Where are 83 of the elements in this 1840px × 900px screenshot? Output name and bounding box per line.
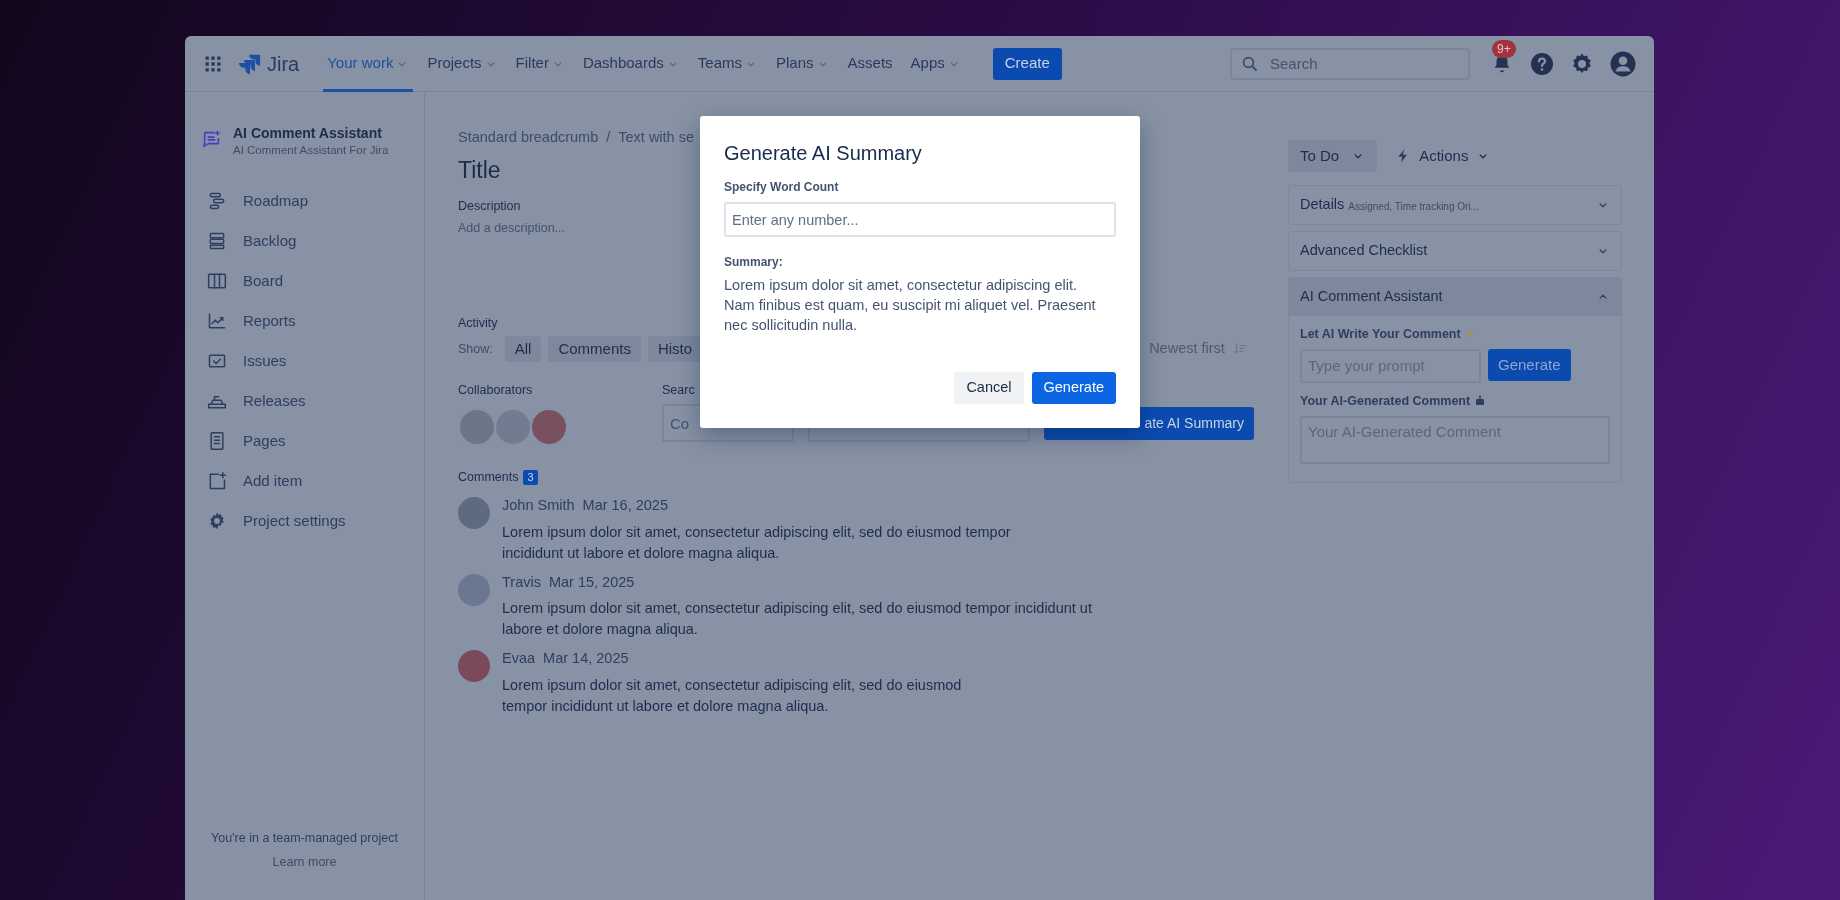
chart-icon bbox=[207, 311, 227, 331]
nav-tab[interactable]: Projects bbox=[423, 36, 502, 92]
help-icon[interactable] bbox=[1530, 51, 1554, 76]
breadcrumb-link[interactable]: Standard breadcrumb bbox=[458, 127, 599, 149]
comment-text: Lorem ipsum dolor sit amet, consectetur adipiscing elit, sed do eiusmod tempor incididunt ut labore et dolore magna aliqua. bbox=[502, 599, 1092, 640]
status-dropdown[interactable]: To Do bbox=[1288, 140, 1378, 172]
search-label: Searc bbox=[662, 382, 695, 400]
sidebar-item[interactable]: Backlog bbox=[185, 221, 424, 261]
learn-more-link[interactable]: Learn more bbox=[272, 853, 337, 872]
sidebar-item[interactable]: Reports bbox=[185, 301, 424, 341]
project-name: AI Comment Assistant bbox=[233, 124, 383, 142]
generate-button[interactable]: Generate bbox=[1031, 372, 1116, 404]
nav-tab[interactable]: Teams bbox=[693, 36, 762, 92]
show-label: Show: bbox=[458, 340, 493, 358]
sidebar-item[interactable]: Project settings bbox=[185, 501, 424, 541]
panel-header[interactable]: Details Assigned, Time tracking Ori... bbox=[1289, 186, 1621, 224]
panel-subtitle: Assigned, Time tracking Ori... bbox=[1348, 199, 1479, 214]
page-icon bbox=[207, 431, 227, 451]
actions-dropdown[interactable]: Actions bbox=[1391, 140, 1495, 172]
commenter-avatar bbox=[458, 496, 490, 529]
activity-filter[interactable]: All bbox=[504, 336, 542, 363]
nav-tab[interactable]: Filter bbox=[511, 36, 569, 92]
summary-label: Summary: bbox=[724, 254, 784, 271]
nav-tab[interactable]: Assets bbox=[843, 36, 897, 92]
commenter-avatar bbox=[458, 573, 490, 606]
generate-button[interactable]: Generate bbox=[1488, 348, 1571, 381]
output-label: Your AI-Generated Comment bbox=[1300, 392, 1471, 410]
search-icon bbox=[1241, 54, 1259, 73]
sidebar-item[interactable]: Roadmap bbox=[185, 181, 424, 221]
comment-text: Lorem ipsum dolor sit amet, consectetur adipiscing elit, sed do eiusmod tempor incididunt ut labore et dolore magna aliqua. bbox=[502, 676, 962, 716]
sidebar-item[interactable]: Pages bbox=[185, 421, 424, 461]
collaborators-label: Collaborators bbox=[458, 382, 534, 400]
sort-icon bbox=[1232, 342, 1247, 357]
create-button[interactable]: Create bbox=[992, 47, 1062, 80]
comment-text: Lorem ipsum dolor sit amet, consectetur adipiscing elit, sed do eiusmod tempor incididunt ut labore et dolore magna aliqua. bbox=[502, 522, 1011, 563]
breadcrumb-separator: / bbox=[606, 128, 611, 148]
team-managed-note: You're in a team-managed project bbox=[211, 829, 398, 847]
nav-tab[interactable]: Dashboards bbox=[578, 36, 684, 92]
issue-title: Title bbox=[458, 156, 501, 185]
dialog-title: Generate AI Summary bbox=[724, 141, 923, 166]
backlog-icon bbox=[207, 231, 227, 251]
jira-logo-icon bbox=[239, 52, 261, 75]
profile-avatar-icon[interactable] bbox=[1610, 50, 1636, 77]
robot-icon bbox=[1474, 395, 1487, 408]
prompt-label: Let AI Write Your Comment bbox=[1300, 326, 1461, 343]
project-subtitle: AI Comment Assistant For Jira bbox=[233, 143, 389, 158]
nav-tab[interactable]: Your work bbox=[323, 36, 414, 92]
notification-badge: 9+ bbox=[1492, 39, 1516, 58]
search-field[interactable]: Search bbox=[1230, 47, 1470, 80]
board-icon bbox=[207, 271, 227, 291]
add-item-icon bbox=[207, 471, 227, 491]
nav-tab[interactable]: Plans bbox=[772, 36, 834, 92]
roadmap-icon bbox=[207, 191, 227, 211]
comment-author: John Smith bbox=[502, 495, 575, 515]
comment-author: Evaa bbox=[502, 649, 536, 669]
sort-button[interactable]: Newest first bbox=[1149, 338, 1247, 361]
sidebar-item[interactable]: Issues bbox=[185, 341, 424, 381]
nav-tab[interactable]: Apps bbox=[906, 36, 965, 92]
cancel-button[interactable]: Cancel bbox=[954, 372, 1024, 404]
comment-date: Mar 16, 2025 bbox=[582, 495, 668, 515]
comment-date: Mar 15, 2025 bbox=[548, 572, 635, 592]
sidebar-item[interactable]: Releases bbox=[185, 381, 424, 421]
checkbox-icon bbox=[207, 351, 227, 371]
activity-label: Activity bbox=[458, 314, 498, 332]
panel-header[interactable]: AI Comment Assistant bbox=[1289, 278, 1621, 316]
chat-sparkle-icon bbox=[201, 128, 223, 150]
panel-header[interactable]: Advanced Checklist bbox=[1289, 232, 1621, 270]
word-count-input[interactable]: Enter any number... bbox=[724, 202, 1116, 237]
word-count-label: Specify Word Count bbox=[724, 179, 840, 196]
comment-author: Travis bbox=[502, 572, 541, 592]
activity-filter[interactable]: Histo bbox=[647, 336, 703, 363]
description-label: Description bbox=[458, 198, 521, 215]
comments-label: Comments bbox=[458, 469, 519, 486]
description-placeholder[interactable]: Add a description... bbox=[458, 218, 565, 238]
app-name: Jira bbox=[267, 51, 300, 77]
sidebar-item[interactable]: Board bbox=[185, 261, 424, 301]
comment-count-badge: 3 bbox=[523, 469, 538, 485]
commenter-avatar bbox=[458, 650, 490, 683]
comment-date: Mar 14, 2025 bbox=[543, 649, 629, 669]
sidebar-item[interactable]: Add item bbox=[185, 461, 424, 501]
activity-filter[interactable]: Comments bbox=[548, 336, 641, 363]
breadcrumb-link[interactable]: Text with se bbox=[618, 127, 695, 149]
summary-text: Lorem ipsum dolor sit amet, consectetur adipiscing elit. Nam finibus est quam, eu suscipit mi aliquet vel. Praesent nec sollicitudin nulla. bbox=[724, 276, 1097, 335]
